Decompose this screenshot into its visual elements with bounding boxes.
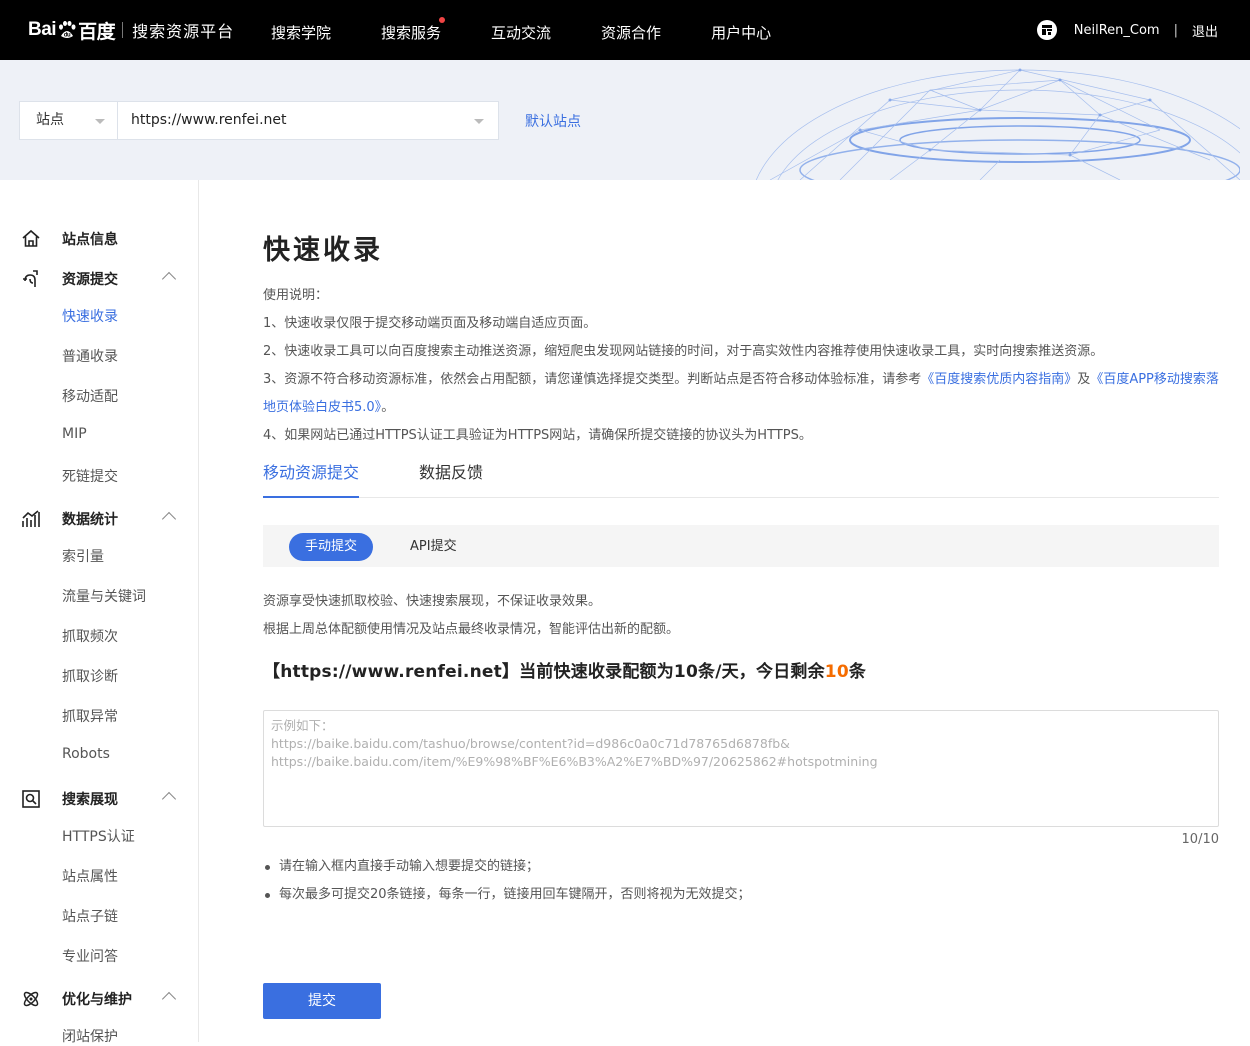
avatar[interactable] [1036,20,1057,40]
chevron-up-icon [161,511,177,527]
sidebar-item-site-closure[interactable]: 闭站保护 [62,1026,118,1046]
nav-item-cooperation[interactable]: 资源合作 [601,0,661,60]
chevron-down-icon [474,119,484,124]
nav-item-search-service[interactable]: 搜索服务 [381,0,446,60]
sidebar-item-dead-link[interactable]: 死链提交 [62,466,118,486]
sidebar-item-expert-qa[interactable]: 专业问答 [62,946,118,966]
baidu-logo[interactable]: Bai du 百度 搜索资源平台 [28,18,235,43]
tab-bar: 移动资源提交 数据反馈 [263,460,1219,498]
quota-info: 【https://www.renfei.net】当前快速收录配额为10条/天，今… [263,662,867,682]
instruction-line-2: 2、快速收录工具可以向百度搜索主动推送资源，缩短爬虫发现网站链接的时间，对于高实… [263,344,1104,359]
top-navbar: Bai du 百度 搜索资源平台 搜索学院 搜索服务 互动交流 资源合作 用户中… [0,0,1250,60]
sidebar-item-traffic-keywords[interactable]: 流量与关键词 [62,586,146,606]
nav-item-user-center[interactable]: 用户中心 [711,0,771,60]
user-separator: | [1173,22,1178,38]
sidebar-item-mip[interactable]: MIP [62,426,87,442]
sidebar-item-crawl-errors[interactable]: 抓取异常 [62,706,118,726]
tip-item: 请在输入框内直接手动输入想要提交的链接； [263,853,751,881]
tab-manual-submit[interactable]: 手动提交 [289,533,373,561]
tab-mobile-submit[interactable]: 移动资源提交 [263,460,360,498]
default-site-link[interactable]: 默认站点 [525,111,581,131]
svg-text:du: du [64,33,71,39]
instructions-heading: 使用说明： [263,288,329,303]
chevron-up-icon [161,991,177,1007]
optimize-icon [23,991,39,1007]
sidebar-group-resource-submit[interactable]: 资源提交 [0,267,199,291]
page-title: 快速收录 [263,235,383,266]
logo-mark: Bai du 百度 [28,19,116,43]
sidebar-item-crawl-frequency[interactable]: 抓取频次 [62,626,118,646]
sidebar: 站点信息 资源提交 快速收录 普通收录 移动适配 MIP 死链提交 数据统计 索… [0,180,199,1045]
chevron-up-icon [161,791,177,807]
user-area: NeilRen_Com | 退出 [1036,20,1218,40]
sidebar-group-search-display[interactable]: 搜索展现 [0,787,199,811]
description-line-2: 根据上周总体配额使用情况及站点最终收录情况，智能评估出新的配额。 [263,622,680,637]
sidebar-item-site-property[interactable]: 站点属性 [62,866,118,886]
tip-item: 每次最多可提交20条链接，每条一行，链接用回车键隔开，否则将视为无效提交； [263,881,751,909]
sidebar-item-robots[interactable]: Robots [62,746,110,762]
instructions: 使用说明： 1、快速收录仅限于提交移动端页面及移动端自适应页面。 2、快速收录工… [263,282,1219,450]
logout-link[interactable]: 退出 [1192,21,1218,40]
sidebar-item-fast-index[interactable]: 快速收录 [62,306,118,326]
sidebar-item-https[interactable]: HTTPS认证 [62,826,135,846]
instruction-line-4: 4、如果网站已通过HTTPS认证工具验证为HTTPS网站，请确保所提交链接的协议… [263,428,812,443]
line-counter: 10/10 [1181,832,1219,847]
notification-dot [439,17,446,23]
url-textarea[interactable]: 示例如下： https://baike.baidu.com/tashuo/bro… [263,710,1219,827]
sidebar-group-stats[interactable]: 数据统计 [0,507,199,531]
submit-mode-tabs: 手动提交 API提交 [263,525,1219,567]
sidebar-item-normal-index[interactable]: 普通收录 [62,346,118,366]
site-url-select[interactable]: https://www.renfei.net [117,101,499,140]
chevron-down-icon [95,119,105,124]
sidebar-item-index-volume[interactable]: 索引量 [62,546,104,566]
logo-divider [122,22,124,38]
tips-list: 请在输入框内直接手动输入想要提交的链接； 每次最多可提交20条链接，每条一行，链… [263,853,751,909]
description: 资源享受快速抓取校验、快速搜索展现，不保证收录效果。 根据上周总体配额使用情况及… [263,588,679,644]
instruction-line-1: 1、快速收录仅限于提交移动端页面及移动端自适应页面。 [263,316,597,331]
sidebar-group-optimize[interactable]: 优化与维护 [0,987,199,1011]
platform-name: 搜索资源平台 [132,22,235,41]
home-icon [22,229,40,247]
instruction-line-3: 3、资源不符合移动资源标准，依然会占用配额，请您谨慎选择提交类型。判断站点是否符… [263,372,1219,415]
username[interactable]: NeilRen_Com [1074,23,1160,38]
sidebar-group-site-info[interactable]: 站点信息 [0,227,199,251]
main-nav: 搜索学院 搜索服务 互动交流 资源合作 用户中心 [271,0,821,60]
submit-resource-icon [23,270,38,287]
globe-decoration [755,68,1240,180]
tab-data-feedback[interactable]: 数据反馈 [419,460,483,498]
quality-guide-link[interactable]: 《百度搜索优质内容指南》 [921,372,1077,387]
sidebar-item-sitelinks[interactable]: 站点子链 [62,906,118,926]
tab-api-submit[interactable]: API提交 [410,533,457,561]
chevron-up-icon [161,271,177,287]
submit-button[interactable]: 提交 [263,983,381,1019]
search-display-icon [22,790,40,808]
paw-icon: du [57,21,77,39]
sidebar-item-crawl-diagnosis[interactable]: 抓取诊断 [62,666,118,686]
sidebar-item-mobile-adapt[interactable]: 移动适配 [62,386,118,406]
nav-item-interaction[interactable]: 互动交流 [491,0,551,60]
site-bar: 站点 https://www.renfei.net 默认站点 [0,60,1250,180]
description-line-1: 资源享受快速抓取校验、快速搜索展现，不保证收录效果。 [263,594,602,609]
quota-remaining: 10 [824,662,849,682]
nav-item-academy[interactable]: 搜索学院 [271,0,331,60]
site-type-select[interactable]: 站点 [19,101,118,140]
stats-icon [22,510,40,527]
